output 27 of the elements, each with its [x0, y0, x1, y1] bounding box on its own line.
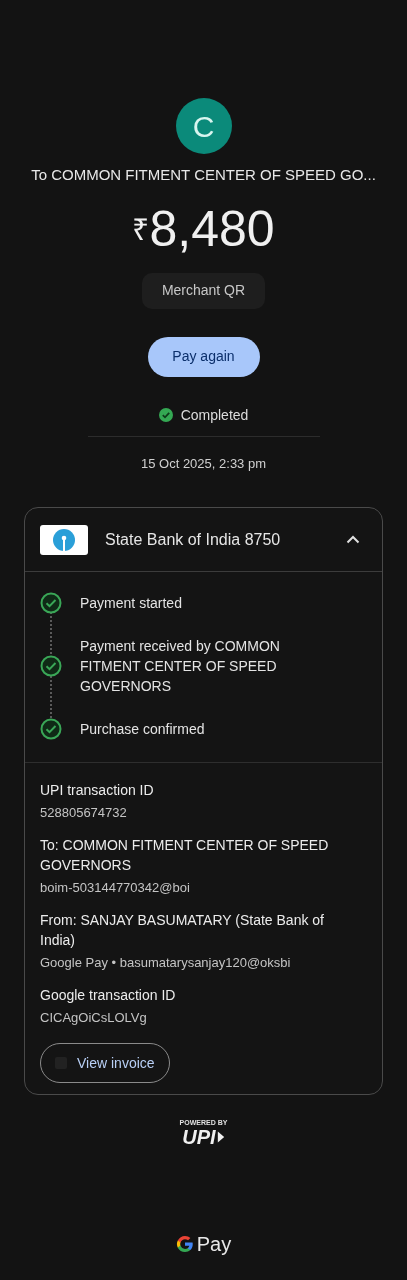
detail-value: boim-503144770342@boi [40, 879, 191, 897]
pay-again-button[interactable]: Pay again [147, 336, 260, 377]
detail-label: From: SANJAY BASUMATARY (State Bank of India) [40, 911, 325, 950]
avatar: C [175, 98, 232, 154]
payee-title: To COMMON FITMENT CENTER OF SPEED GO... [31, 165, 376, 185]
detail-value: 528805674732 [40, 804, 128, 822]
detail-label: UPI transaction ID [40, 781, 155, 800]
upi-logo-text: UPI [182, 1127, 216, 1147]
detail-label: To: COMMON FITMENT CENTER OF SPEED GOVERNORS [40, 836, 330, 875]
timeline-step: Payment started [80, 593, 300, 613]
bank-logo-icon [40, 524, 88, 555]
bank-account-name: State Bank of India 8750 [105, 529, 282, 550]
currency-symbol: ₹ [132, 211, 150, 248]
timeline-step: Purchase confirmed [80, 719, 300, 739]
detail-value: CICAgOiCsLOLVg [40, 1009, 148, 1027]
collapse-chevron-icon[interactable] [346, 535, 360, 544]
detail-label: Google transaction ID [40, 986, 177, 1005]
play-arrow-icon [216, 1131, 225, 1143]
transaction-date: 15 Oct 2025, 2:33 pm [141, 454, 266, 473]
timeline-step: Payment received by COMMON FITMENT CENTER OF SPEED GOVERNORS [80, 636, 300, 696]
payment-method-chip: Merchant QR [141, 272, 266, 309]
status-check-icon [158, 408, 173, 422]
amount: 8,480 [149, 199, 275, 259]
google-g-icon [175, 1235, 194, 1253]
detail-value: Google Pay • basumatarysanjay120@oksbi [40, 954, 292, 972]
status-label: Completed [180, 405, 249, 425]
brand-logo-text: Pay [196, 1232, 232, 1257]
